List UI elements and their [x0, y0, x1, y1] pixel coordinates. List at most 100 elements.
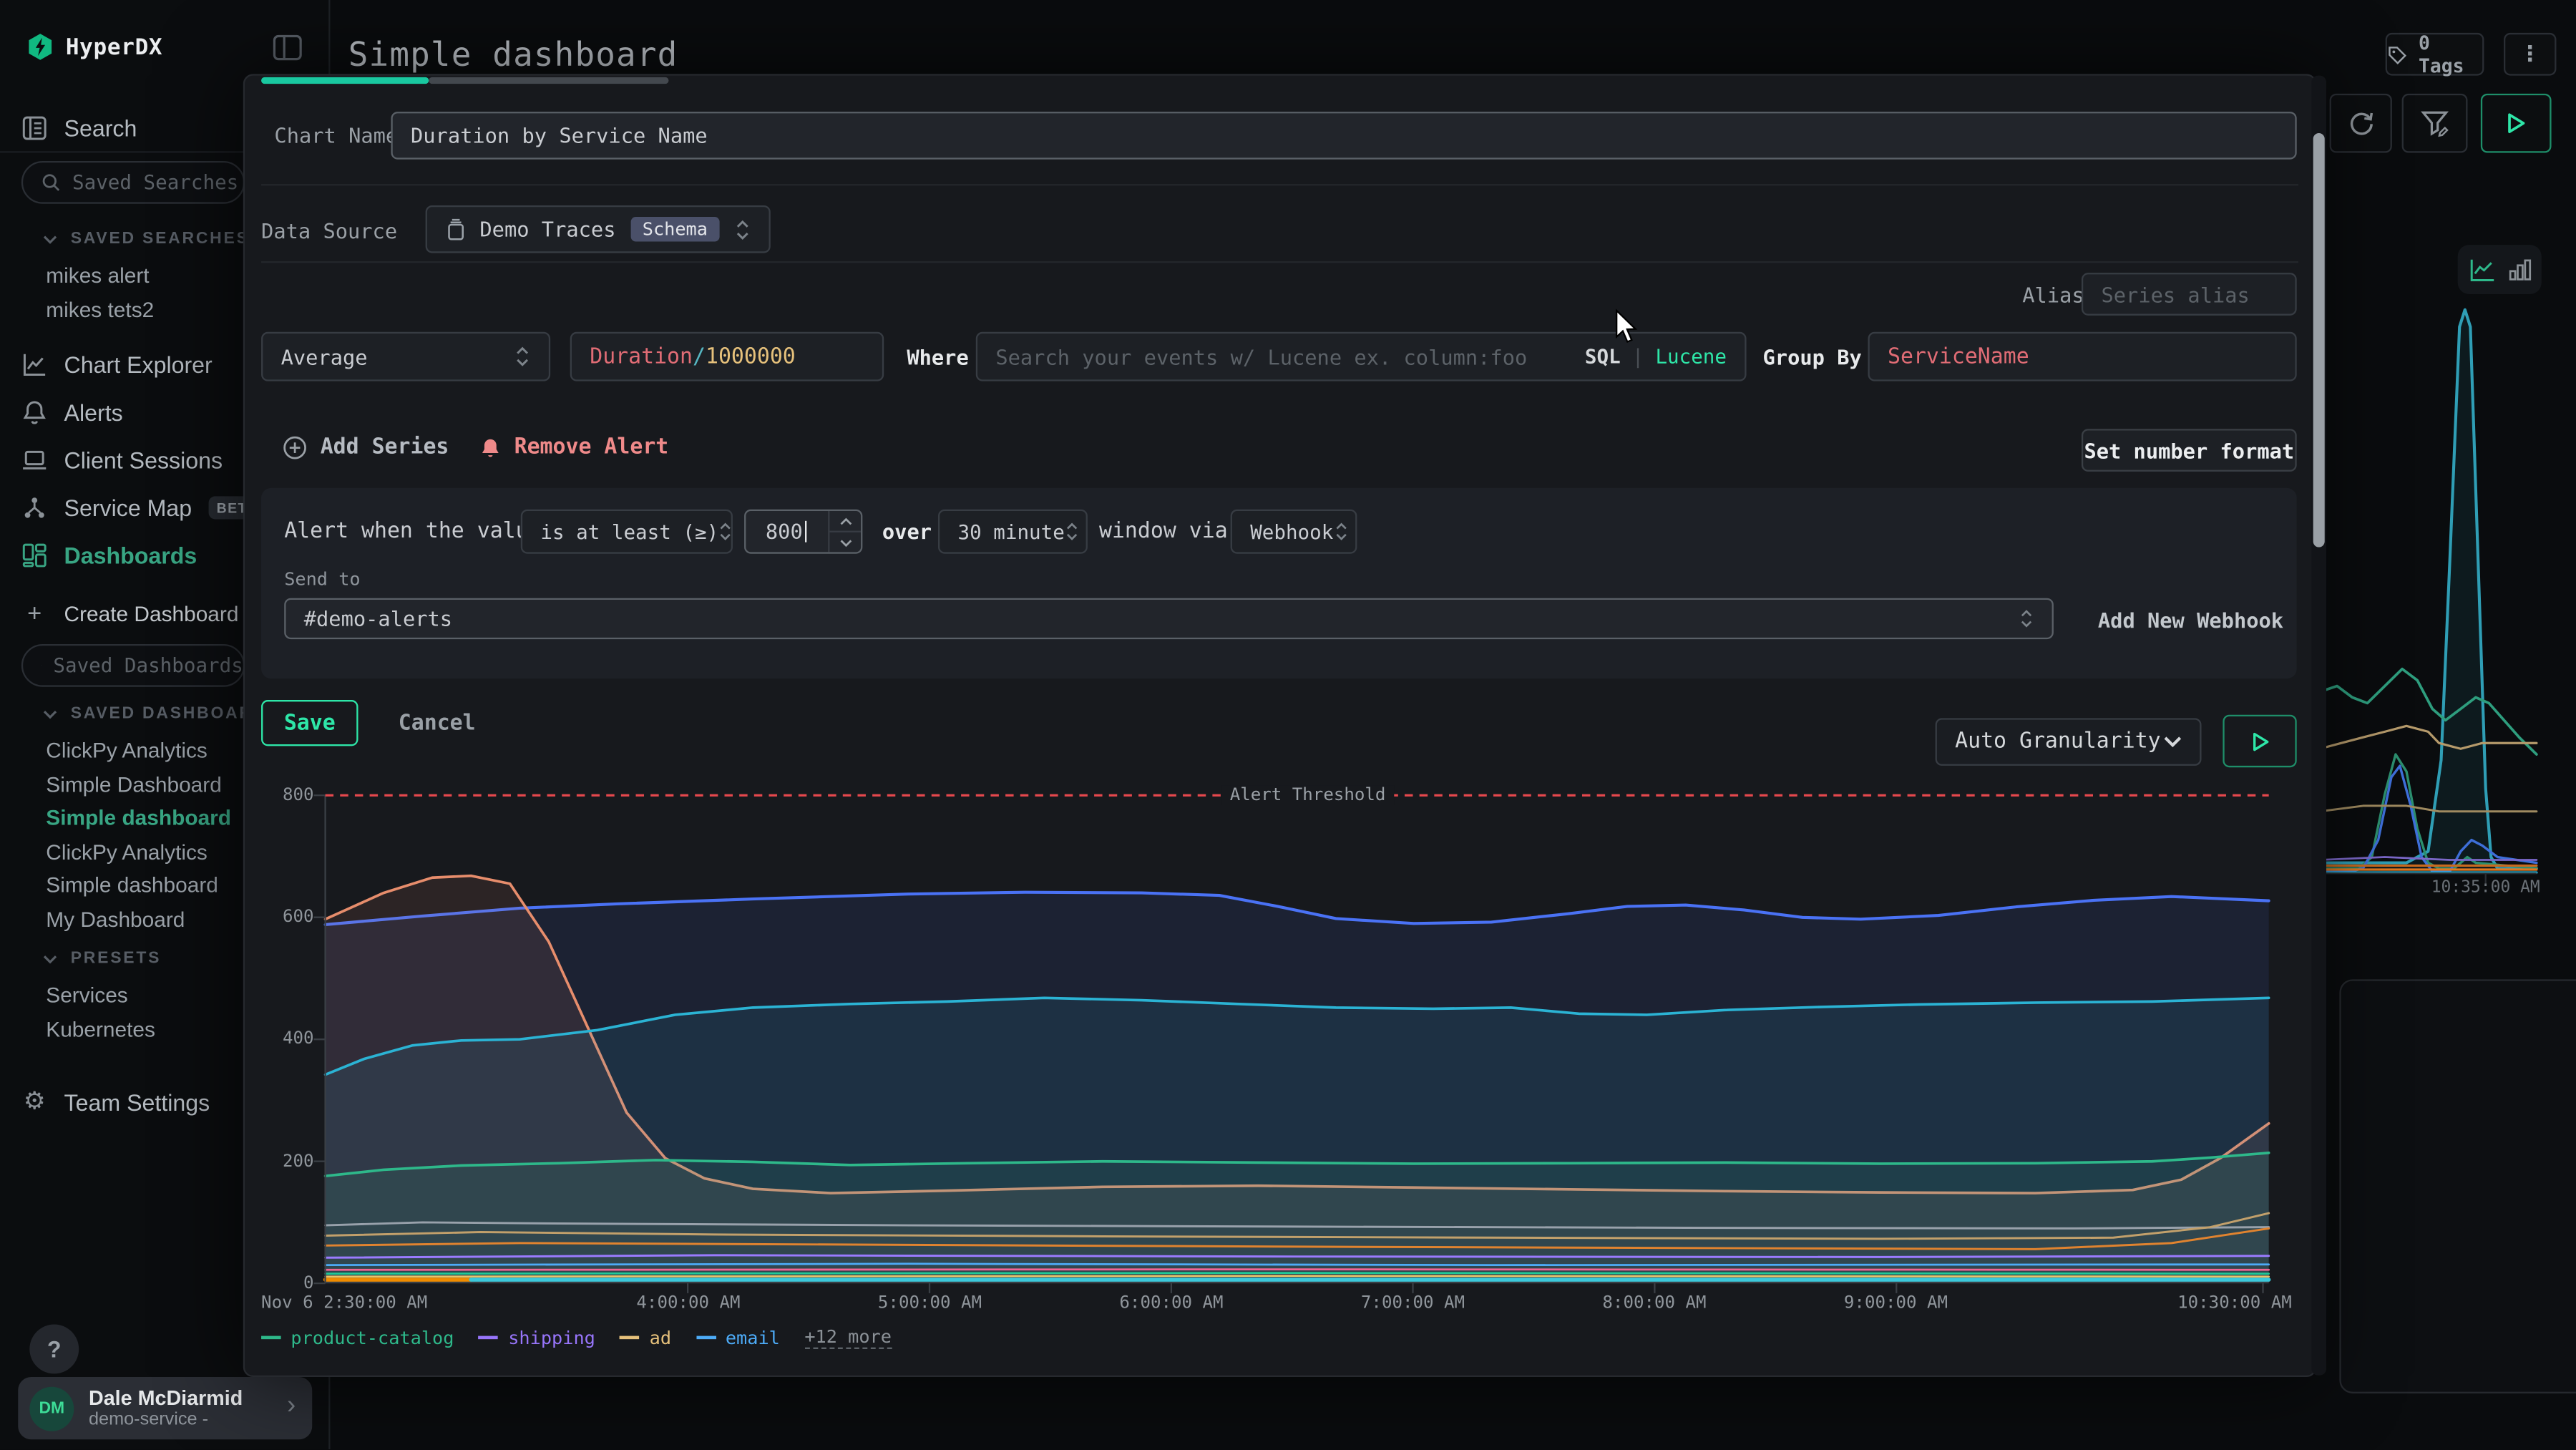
modal-scroll-thumb[interactable] [2313, 133, 2325, 548]
group-by-input[interactable]: ServiceName [1868, 332, 2296, 381]
where-placeholder: Search your events w/ Lucene ex. column:… [995, 344, 1527, 369]
sidebar-collapse-button[interactable] [271, 31, 306, 66]
add-new-webhook-button[interactable]: Add New Webhook [2098, 608, 2283, 632]
bell-alert-icon [479, 437, 501, 459]
legend-swatch [479, 1336, 499, 1340]
where-label: Where [907, 345, 968, 369]
alert-window-select[interactable]: 30 minute [938, 510, 1088, 554]
send-to-select[interactable]: #demo-alerts [284, 598, 2054, 639]
brand-name: HyperDX [66, 34, 162, 60]
query-language-toggle[interactable]: SQL | Lucene [1585, 345, 1727, 368]
preset-item[interactable]: Services [46, 983, 127, 1007]
legend-item[interactable]: +12 more [804, 1326, 892, 1349]
page-title: Simple dashboard [348, 34, 678, 74]
line-chart-icon[interactable] [2469, 257, 2495, 281]
dashboard-item[interactable]: My Dashboard [46, 907, 185, 931]
saved-searches-input[interactable]: Saved Searches [21, 161, 245, 204]
main-chart[interactable] [326, 774, 2269, 1283]
dashboard-menu-button[interactable]: ⋮ [2504, 33, 2556, 76]
saved-dashboards-input[interactable]: Saved Dashboards [21, 644, 245, 687]
alert-config-card: Alert when the value is at least (≥) 800… [261, 488, 2297, 678]
tags-button[interactable]: 0 Tags [2386, 33, 2484, 76]
filter-button[interactable] [2402, 94, 2468, 153]
chevron-right-icon: › [287, 1392, 296, 1421]
edit-chart-modal: Chart Name Duration by Service Name Data… [243, 74, 2316, 1377]
run-query-background-button[interactable] [2481, 94, 2552, 153]
chart-type-toggle[interactable] [2458, 245, 2542, 294]
data-source-label: Data Source [261, 218, 397, 243]
send-to-label: Send to [284, 568, 360, 590]
chart-name-input[interactable]: Duration by Service Name [391, 112, 2296, 160]
help-button[interactable]: ? [29, 1325, 79, 1374]
sidebar-item-label: Search [64, 115, 137, 142]
x-tick-label: 9:00:00 AM [1844, 1293, 1948, 1313]
expr-field: Duration [590, 344, 693, 369]
saved-search-item[interactable]: mikes alert [46, 263, 149, 287]
saved-dashboards-placeholder: Saved Dashboards [53, 654, 243, 677]
dashboard-item[interactable]: ClickPy Analytics [46, 840, 208, 864]
alert-suffix: window via [1099, 520, 1228, 544]
field-expression-input[interactable]: Duration/1000000 [570, 332, 884, 381]
search-icon [41, 172, 61, 193]
gear-icon: ⚙ [21, 1089, 48, 1116]
save-button[interactable]: Save [261, 700, 358, 746]
bar-chart-icon[interactable] [2508, 258, 2531, 281]
chart-legend[interactable]: product-catalog shipping ad email +12 more [261, 1326, 892, 1349]
dashboard-item[interactable]: Simple dashboard [46, 872, 218, 897]
legend-label: product-catalog [291, 1327, 454, 1348]
refresh-button[interactable] [2330, 94, 2392, 153]
legend-item[interactable]: email [696, 1327, 780, 1348]
data-source-select[interactable]: Demo Traces Schema [426, 205, 771, 253]
x-tick-label: Nov 6 2:30:00 AM [261, 1293, 427, 1313]
app-window: Simple dashboard 0 Tags ⋮ 10:35:00 AM Hy… [0, 0, 2576, 1449]
preset-item[interactable]: Kubernetes [46, 1017, 155, 1041]
cancel-button[interactable]: Cancel [379, 700, 494, 746]
stepper-up-icon[interactable] [829, 511, 861, 532]
brand[interactable]: HyperDX [26, 33, 163, 61]
user-menu[interactable]: DM Dale McDiarmid demo-service - › [18, 1377, 312, 1439]
add-series-button[interactable]: Add Series [283, 435, 449, 459]
legend-item[interactable]: shipping [479, 1327, 595, 1348]
chevron-updown-icon [1333, 521, 1348, 542]
stepper-down-icon[interactable] [829, 532, 861, 553]
dashboard-item[interactable]: Simple Dashboard [46, 772, 222, 797]
schema-badge: Schema [631, 217, 719, 241]
legend-label: email [726, 1327, 780, 1348]
modal-scroll-thumb-horizontal[interactable] [261, 77, 429, 84]
lucene-toggle[interactable]: Lucene [1655, 345, 1727, 368]
modal-scroll-track-horizontal[interactable] [429, 77, 668, 84]
alias-input[interactable]: Series alias [2082, 273, 2297, 316]
saved-searches-placeholder: Saved Searches [72, 171, 238, 194]
background-chart-time-label: 10:35:00 AM [2431, 879, 2540, 897]
remove-alert-button[interactable]: Remove Alert [479, 435, 668, 459]
refresh-icon [2347, 110, 2375, 137]
search-icon [41, 656, 42, 676]
alert-over-label: over [882, 520, 932, 544]
y-tick-label: 400 [255, 1028, 314, 1048]
modal-scrollbar[interactable] [2311, 76, 2326, 1376]
sql-toggle[interactable]: SQL [1585, 345, 1621, 368]
legend-item[interactable]: ad [620, 1327, 671, 1348]
legend-item[interactable]: product-catalog [261, 1327, 454, 1348]
chevron-down-icon [43, 954, 58, 964]
alert-threshold-input[interactable]: 800 [744, 510, 862, 554]
filter-edit-icon [2420, 109, 2449, 138]
alert-channel-select[interactable]: Webhook [1231, 510, 1357, 554]
presets-header[interactable]: PRESETS [43, 950, 162, 968]
aggregation-select[interactable]: Average [261, 332, 550, 381]
plus-icon: + [21, 599, 48, 627]
granularity-select[interactable]: Auto Granularity [1936, 718, 2202, 766]
number-stepper[interactable] [828, 511, 861, 552]
chevron-updown-icon [1065, 521, 1080, 542]
set-number-format-button[interactable]: Set number format [2082, 429, 2297, 472]
tags-label: 0 Tags [2419, 31, 2482, 77]
saved-searches-header[interactable]: SAVED SEARCHES [43, 230, 250, 248]
saved-search-item[interactable]: mikes tets2 [46, 298, 154, 322]
tag-icon [2387, 44, 2407, 65]
divider [261, 184, 2298, 185]
run-chart-button[interactable] [2223, 715, 2296, 767]
dashboard-item-active[interactable]: Simple dashboard [46, 805, 231, 829]
alert-condition-select[interactable]: is at least (≥) [521, 510, 733, 554]
y-tick-label: 800 [255, 785, 314, 805]
dashboard-item[interactable]: ClickPy Analytics [46, 738, 208, 762]
